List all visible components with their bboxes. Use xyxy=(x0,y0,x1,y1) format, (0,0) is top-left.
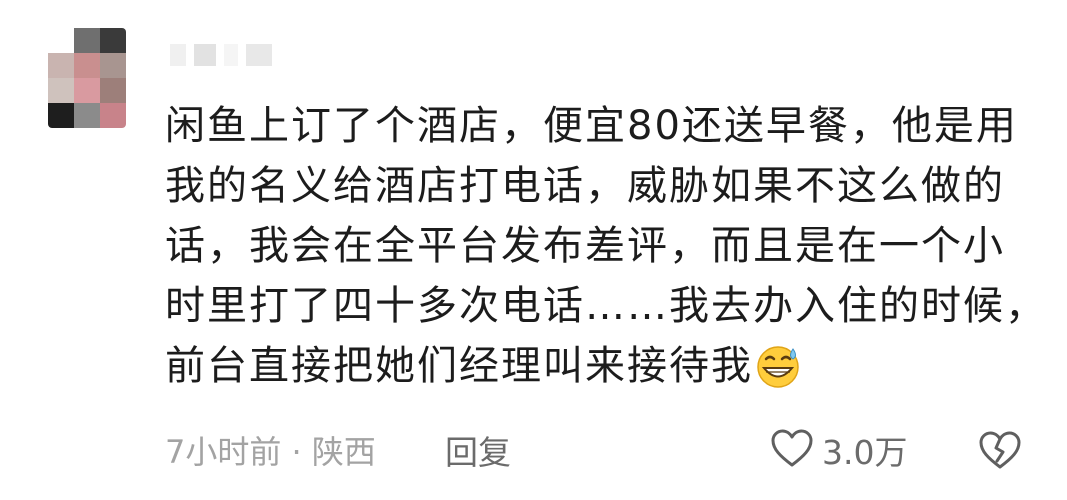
grinning-sweat-emoji-icon xyxy=(755,343,801,406)
comment-line-text: 前台直接把她们经理叫来接待我 xyxy=(165,343,753,389)
comment-line: 话，我会在全平台发布差评，而且是在一个小 xyxy=(165,223,1005,269)
heart-outline-icon xyxy=(770,428,814,472)
comment-text: 闲鱼上订了个酒店，便宜80还送早餐，他是用 我的名义给酒店打电话，威胁如果不这么… xyxy=(165,96,1047,396)
reply-button[interactable]: 回复 xyxy=(445,428,511,472)
dislike-button[interactable] xyxy=(978,430,1022,474)
comment-line-last: 前台直接把她们经理叫来接待我 xyxy=(165,336,1025,396)
comment-meta: 7小时前 · 陕西 xyxy=(165,433,376,471)
comment-item: 闲鱼上订了个酒店，便宜80还送早餐，他是用 我的名义给酒店打电话，威胁如果不这么… xyxy=(0,0,1067,500)
avatar[interactable] xyxy=(48,28,126,128)
comment-line: 我的名义给酒店打电话，威胁如果不这么做的 xyxy=(165,163,1005,209)
like-button[interactable]: 3.0万 xyxy=(770,428,907,472)
comment-line: 时里打了四十多次电话……我去办入住的时候， xyxy=(165,283,1047,329)
username-blurred[interactable] xyxy=(170,40,280,70)
broken-heart-icon xyxy=(978,430,1022,474)
comment-line: 闲鱼上订了个酒店，便宜80还送早餐，他是用 xyxy=(165,103,1018,149)
like-count: 3.0万 xyxy=(822,433,908,472)
